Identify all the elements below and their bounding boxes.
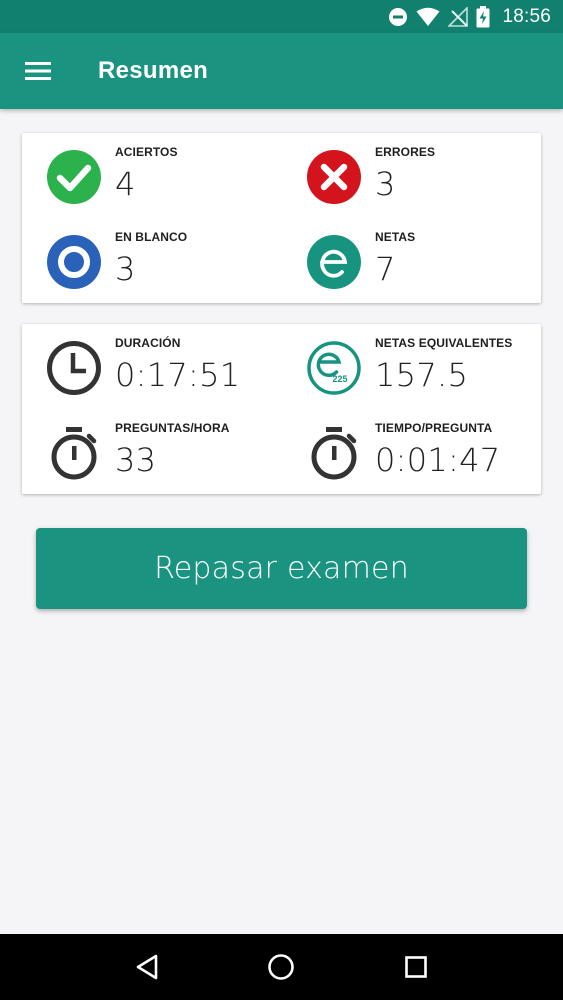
page-title: Resumen bbox=[98, 57, 209, 84]
review-exam-button[interactable]: Repasar examen bbox=[36, 528, 527, 609]
wifi-icon bbox=[416, 6, 440, 28]
e-225-icon: 225 bbox=[306, 340, 362, 396]
preguntas-hora-value: 33 bbox=[115, 441, 157, 479]
stat-duracion: DURACIÓN 0:17:51 bbox=[22, 324, 272, 396]
netas-equivalentes-value: 157.5 bbox=[375, 356, 469, 394]
netas-label: NETAS bbox=[375, 230, 416, 244]
errores-value: 3 bbox=[375, 165, 396, 203]
errores-label: ERRORES bbox=[375, 145, 436, 159]
e-circle-icon bbox=[306, 234, 362, 290]
clock-icon bbox=[46, 340, 102, 396]
check-circle-icon bbox=[46, 149, 102, 205]
stat-netas-equivalentes: 225 NETAS EQUIVALENTES 157.5 bbox=[282, 324, 532, 396]
preguntas-hora-label: PREGUNTAS/HORA bbox=[115, 421, 230, 435]
aciertos-label: ACIERTOS bbox=[115, 145, 178, 159]
timing-card: DURACIÓN 0:17:51 225 NETAS EQUIVALENTES … bbox=[22, 324, 541, 494]
duracion-label: DURACIÓN bbox=[115, 336, 181, 350]
back-icon[interactable] bbox=[127, 947, 167, 987]
stat-netas: NETAS 7 bbox=[282, 218, 532, 290]
netas-equivalentes-label: NETAS EQUIVALENTES bbox=[375, 336, 513, 350]
navigation-bar bbox=[0, 934, 563, 1000]
en-blanco-label: EN BLANCO bbox=[115, 230, 188, 244]
stat-tiempo-pregunta: TIEMPO/PREGUNTA 0:01:47 bbox=[282, 409, 532, 481]
results-card: ACIERTOS 4 ERRORES 3 EN BLANCO 3 NETAS 7 bbox=[22, 133, 541, 303]
stat-errores: ERRORES 3 bbox=[282, 133, 532, 205]
no-signal-icon bbox=[448, 6, 469, 28]
hamburger-menu-icon[interactable] bbox=[0, 33, 76, 109]
stat-aciertos: ACIERTOS 4 bbox=[22, 133, 272, 205]
x-circle-icon bbox=[306, 149, 362, 205]
do-not-disturb-icon bbox=[388, 6, 408, 28]
tiempo-pregunta-value: 0:01:47 bbox=[375, 441, 501, 479]
e-225-badge: 225 bbox=[332, 374, 347, 384]
status-time: 18:56 bbox=[502, 5, 551, 27]
stopwatch-icon bbox=[306, 425, 362, 481]
app-bar: Resumen bbox=[0, 33, 563, 109]
en-blanco-value: 3 bbox=[115, 250, 136, 288]
stat-preguntas-hora: PREGUNTAS/HORA 33 bbox=[22, 409, 272, 481]
aciertos-value: 4 bbox=[115, 165, 136, 203]
tiempo-pregunta-label: TIEMPO/PREGUNTA bbox=[375, 421, 493, 435]
status-bar: 18:56 bbox=[0, 0, 563, 33]
battery-charging-icon bbox=[476, 5, 490, 28]
home-icon[interactable] bbox=[261, 947, 301, 987]
netas-value: 7 bbox=[375, 250, 396, 288]
stopwatch-icon bbox=[46, 425, 102, 481]
duracion-value: 0:17:51 bbox=[115, 356, 241, 394]
stat-en-blanco: EN BLANCO 3 bbox=[22, 218, 272, 290]
blank-ring-icon bbox=[46, 234, 102, 290]
recents-icon[interactable] bbox=[396, 947, 436, 987]
